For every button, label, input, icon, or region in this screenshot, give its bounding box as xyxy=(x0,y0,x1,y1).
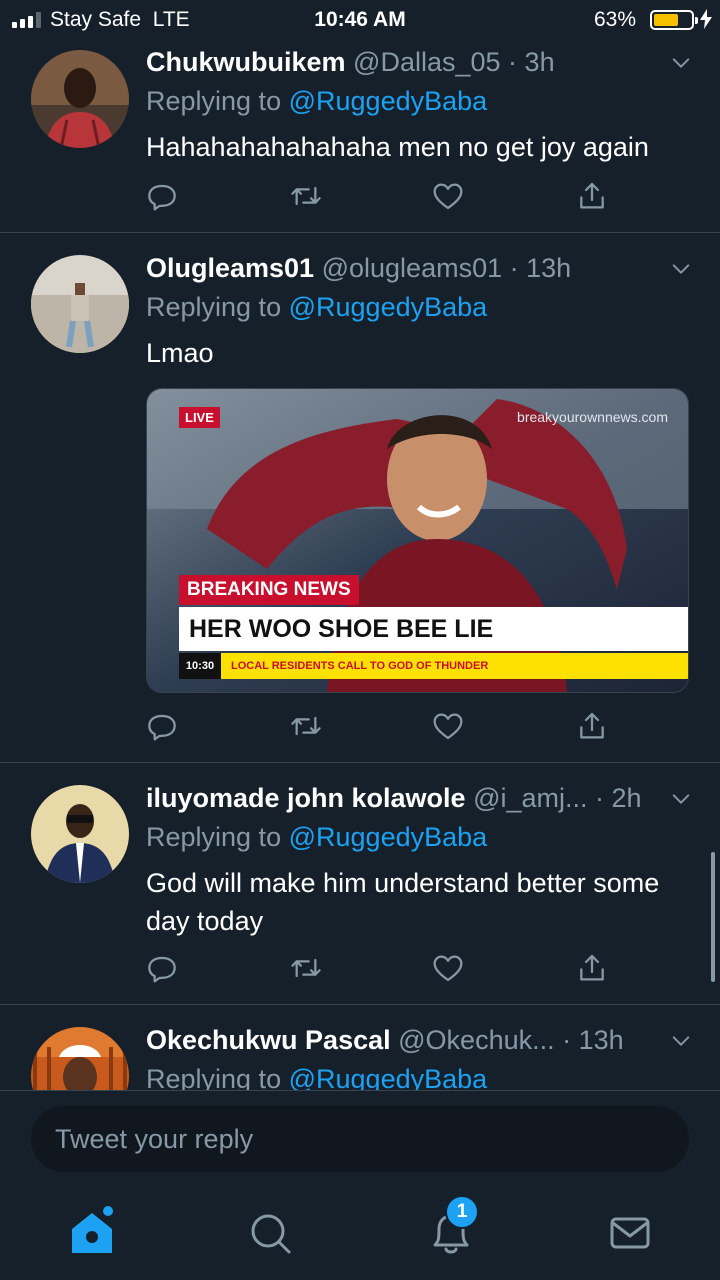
breaking-news-tag: BREAKING NEWS xyxy=(179,575,359,605)
username: @Okechuk... xyxy=(398,1025,555,1055)
live-badge: LIVE xyxy=(179,407,220,428)
search-icon xyxy=(251,1214,291,1254)
signal-icon xyxy=(12,12,41,28)
username: @Dallas_05 xyxy=(353,47,501,77)
charging-icon xyxy=(700,9,712,29)
chevron-down-icon[interactable] xyxy=(670,258,692,280)
timestamp: 13h xyxy=(526,253,572,283)
tweet-header: Okechukwu Pascal @Okechuk... · 13h xyxy=(146,1020,700,1060)
display-name[interactable]: Chukwubuikem xyxy=(146,47,346,77)
tweet-reply[interactable]: Chukwubuikem @Dallas_05 · 3h Replying to… xyxy=(0,40,720,233)
replying-to: Replying to @RuggedyBaba xyxy=(146,292,488,322)
ticker-time: 10:30 xyxy=(179,653,221,679)
chevron-down-icon[interactable] xyxy=(670,1030,692,1052)
battery-icon xyxy=(650,10,698,30)
replying-to: Replying to @RuggedyBaba xyxy=(146,822,488,852)
scrollbar[interactable] xyxy=(711,852,715,982)
display-name[interactable]: Okechukwu Pascal xyxy=(146,1025,391,1055)
like-icon[interactable] xyxy=(432,952,464,989)
tweet-header: Chukwubuikem @Dallas_05 · 3h xyxy=(146,42,700,82)
share-icon[interactable] xyxy=(576,952,608,989)
retweet-icon[interactable] xyxy=(289,710,323,747)
messages-icon xyxy=(610,1217,650,1249)
avatar[interactable] xyxy=(31,785,129,883)
tweet-text: Hahahahahahahaha men no get joy again xyxy=(146,132,649,162)
reply-icon[interactable] xyxy=(146,180,178,217)
share-icon[interactable] xyxy=(576,710,608,747)
news-headline: HER WOO SHOE BEE LIE xyxy=(179,607,688,651)
avatar[interactable] xyxy=(31,50,129,148)
tab-home[interactable] xyxy=(60,1203,124,1263)
username: @olugleams01 xyxy=(321,253,503,283)
tweet-text: Lmao xyxy=(146,338,214,368)
tab-messages[interactable] xyxy=(598,1203,662,1263)
reply-icon[interactable] xyxy=(146,710,178,747)
tweet-header: iluyomade john kolawole @i_amj... · 2h xyxy=(146,778,700,818)
tweet-reply[interactable]: Olugleams01 @olugleams01 · 13h Replying … xyxy=(0,233,720,763)
news-ticker: 10:30 LOCAL RESIDENTS CALL TO GOD OF THU… xyxy=(179,653,688,679)
replying-to: Replying to @RuggedyBaba xyxy=(146,1060,700,1090)
bottom-bar: Tweet your reply 1 xyxy=(0,1090,720,1280)
mention-link[interactable]: @RuggedyBaba xyxy=(289,292,488,322)
tab-notifications[interactable]: 1 xyxy=(419,1195,483,1263)
status-bar: Stay Safe LTE 10:46 AM 63% xyxy=(0,0,720,40)
mention-link[interactable]: @RuggedyBaba xyxy=(289,822,488,852)
avatar[interactable] xyxy=(31,255,129,353)
battery-percent: 63% xyxy=(593,8,636,31)
mention-link[interactable]: @RuggedyBaba xyxy=(289,1064,488,1090)
carrier-label: Stay Safe LTE xyxy=(50,8,190,31)
like-icon[interactable] xyxy=(432,180,464,217)
timestamp: 2h xyxy=(611,783,642,813)
chevron-down-icon[interactable] xyxy=(670,52,692,74)
tweet-text: God will make him understand better some… xyxy=(146,868,660,936)
replying-to: Replying to @RuggedyBaba xyxy=(146,86,488,116)
tweet-actions xyxy=(146,710,626,750)
timestamp: 3h xyxy=(524,47,555,77)
retweet-icon[interactable] xyxy=(289,952,323,989)
display-name[interactable]: Olugleams01 xyxy=(146,253,314,283)
home-icon xyxy=(72,1206,113,1253)
image-watermark: breakyourownnews.com xyxy=(517,409,668,425)
retweet-icon[interactable] xyxy=(289,180,323,217)
tweet-actions xyxy=(146,952,626,992)
tweet-reply[interactable]: Okechukwu Pascal @Okechuk... · 13h Reply… xyxy=(0,1005,720,1090)
chevron-down-icon[interactable] xyxy=(670,788,692,810)
notification-badge: 1 xyxy=(445,1195,479,1229)
avatar[interactable] xyxy=(31,1027,129,1090)
tweet-reply[interactable]: iluyomade john kolawole @i_amj... · 2h R… xyxy=(0,763,720,1005)
reply-icon[interactable] xyxy=(146,952,178,989)
tweet-image[interactable]: LIVE breakyourownnews.com BREAKING NEWS … xyxy=(146,388,689,693)
mention-link[interactable]: @RuggedyBaba xyxy=(289,86,488,116)
tab-search[interactable] xyxy=(238,1203,302,1263)
reply-input[interactable]: Tweet your reply xyxy=(31,1106,689,1172)
like-icon[interactable] xyxy=(432,710,464,747)
display-name[interactable]: iluyomade john kolawole xyxy=(146,783,466,813)
ticker-text: LOCAL RESIDENTS CALL TO GOD OF THUNDER xyxy=(231,660,489,672)
tweet-header: Olugleams01 @olugleams01 · 13h xyxy=(146,248,700,288)
username: @i_amj... xyxy=(473,783,588,813)
timestamp: 13h xyxy=(578,1025,624,1055)
share-icon[interactable] xyxy=(576,180,608,217)
tweet-actions xyxy=(146,180,626,220)
